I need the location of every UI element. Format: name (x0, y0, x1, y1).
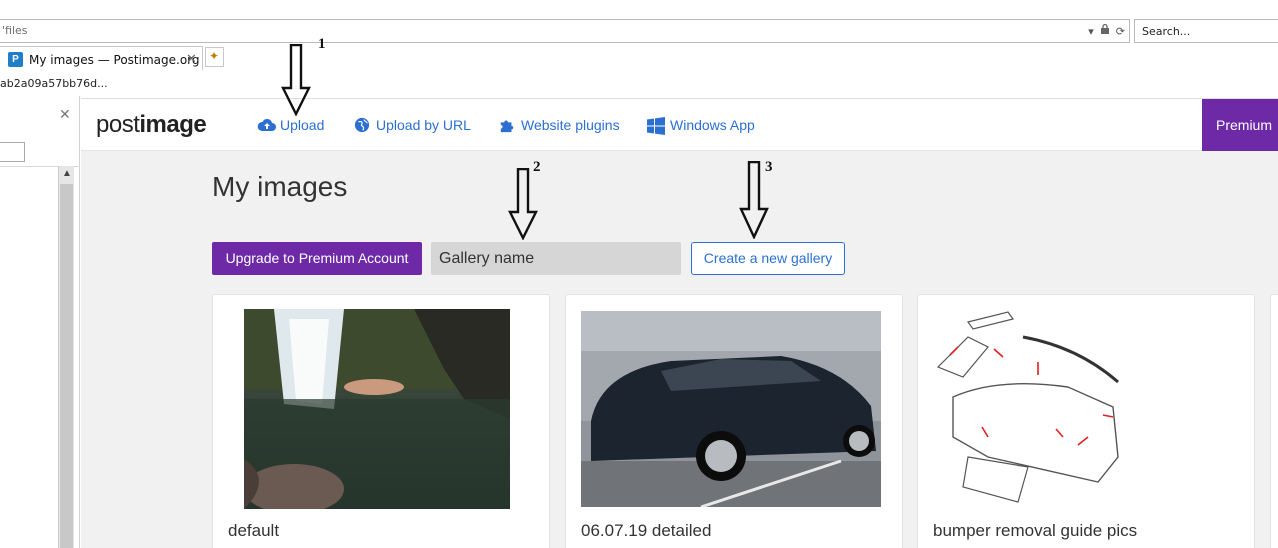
gallery-thumbnail[interactable] (581, 311, 881, 507)
side-panel-field[interactable] (0, 142, 25, 162)
nav-upload[interactable]: Upload (257, 117, 324, 133)
tab-my-images[interactable]: P My images — Postimage.org ✕ (0, 46, 203, 70)
gallery-name[interactable]: bumper removal guide pics (933, 521, 1137, 541)
annotation-arrow-icon (508, 168, 538, 240)
tab-close-icon[interactable]: ✕ (186, 51, 197, 67)
annotation-number: 2 (533, 159, 541, 175)
upgrade-premium-button[interactable]: Upgrade to Premium Account (212, 242, 422, 275)
browser-top-strip (0, 0, 1278, 18)
create-gallery-button[interactable]: Create a new gallery (691, 242, 845, 275)
new-tab-icon: ✦ (209, 49, 220, 63)
windows-icon (647, 117, 665, 135)
side-scrollbar[interactable]: ▲ (58, 166, 74, 548)
nav-website-plugins[interactable]: Website plugins (498, 117, 620, 133)
postimage-logo[interactable]: postimage (96, 111, 207, 139)
refresh-icon[interactable]: ⟳ (1116, 24, 1125, 40)
gallery-thumbnail[interactable] (928, 307, 1128, 503)
nav-windows-app[interactable]: Windows App (647, 117, 755, 135)
gallery-card[interactable]: 06.07.19 detailed (565, 294, 903, 548)
globe-icon (353, 117, 371, 133)
page-title: My images (212, 171, 348, 202)
tab-strip: P My images — Postimage.org ✕ (0, 44, 1278, 70)
gallery-thumbnail[interactable] (244, 309, 510, 509)
postimage-favicon-icon: P (8, 52, 23, 67)
search-placeholder: Search... (1142, 25, 1191, 38)
nav-upload-by-url[interactable]: Upload by URL (353, 117, 471, 133)
gallery-name[interactable]: 06.07.19 detailed (581, 521, 711, 541)
site-nav: postimage Upload Upload by URL Website p… (81, 99, 1278, 151)
close-panel-icon[interactable]: ✕ (59, 106, 71, 123)
side-panel: ✕ ▲ (0, 96, 80, 548)
page-content: postimage Upload Upload by URL Website p… (81, 98, 1278, 548)
gallery-card-partial[interactable] (1270, 294, 1278, 548)
cloud-upload-icon (257, 117, 276, 133)
gallery-name-input[interactable] (431, 242, 681, 275)
address-url: 'files (2, 24, 28, 37)
gallery-card[interactable]: default (212, 294, 550, 548)
scroll-thumb[interactable] (60, 184, 73, 548)
gallery-card[interactable]: bumper removal guide pics (917, 294, 1255, 548)
tab-title: My images — Postimage.org (29, 53, 200, 67)
scroll-up-icon[interactable]: ▲ (62, 168, 72, 179)
gallery-name[interactable]: default (228, 521, 279, 541)
address-bar[interactable]: 'files ▾ ⟳ (0, 19, 1130, 43)
browser-search-box[interactable]: Search... (1134, 19, 1278, 43)
annotation-arrow-icon (281, 44, 311, 116)
link-bar: ab2a09a57bb76d... (0, 72, 1278, 96)
lock-icon (1100, 23, 1110, 40)
annotation-number: 3 (765, 159, 773, 175)
premium-button[interactable]: Premium (1202, 99, 1278, 151)
new-tab-button[interactable]: ✦ (205, 47, 224, 67)
dropdown-icon[interactable]: ▾ (1088, 24, 1094, 40)
link-text[interactable]: ab2a09a57bb76d... (0, 77, 108, 90)
puzzle-icon (498, 117, 516, 133)
annotation-number: 1 (318, 36, 326, 52)
